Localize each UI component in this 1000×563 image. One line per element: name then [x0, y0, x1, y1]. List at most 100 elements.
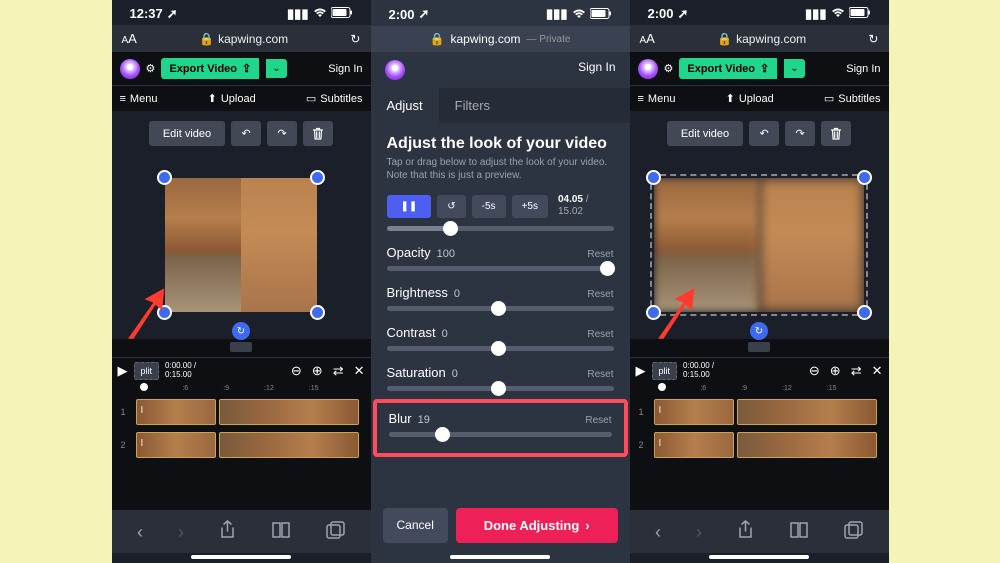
edit-video-button[interactable]: Edit video	[667, 121, 743, 146]
tab-filters[interactable]: Filters	[439, 88, 506, 123]
resize-handle-br[interactable]	[857, 305, 872, 320]
text-size-control[interactable]: AA	[122, 31, 137, 46]
home-indicator[interactable]	[450, 555, 550, 559]
undo-button[interactable]: ↶	[231, 121, 261, 146]
clip-2b[interactable]	[219, 432, 359, 458]
redo-button[interactable]: ↷	[267, 121, 297, 146]
fit-icon[interactable]: ⇄	[333, 363, 344, 379]
sign-in-link[interactable]: Sign In	[578, 60, 615, 80]
zoom-in-icon[interactable]: ⊕	[312, 363, 323, 379]
seek-slider[interactable]	[387, 226, 614, 231]
export-video-button[interactable]: Export Video⇪	[161, 58, 259, 79]
play-button[interactable]: ▶	[118, 363, 128, 379]
zoom-out-icon[interactable]: ⊖	[809, 363, 820, 379]
clip-1[interactable]: I	[654, 399, 734, 425]
reset-blur[interactable]: Reset	[585, 415, 611, 426]
fit-icon[interactable]: ⇄	[851, 363, 862, 379]
resize-handle-tr[interactable]	[310, 170, 325, 185]
reload-icon[interactable]: ↻	[350, 32, 360, 46]
cancel-button[interactable]: Cancel	[383, 508, 448, 543]
timeline-ruler[interactable]: :3:6:9:12:15	[112, 384, 371, 393]
resize-handle-bl[interactable]	[157, 305, 172, 320]
forward-icon[interactable]: ›	[178, 522, 184, 543]
home-indicator[interactable]	[709, 555, 809, 559]
done-adjusting-button[interactable]: Done Adjusting›	[456, 508, 618, 543]
delete-button[interactable]	[821, 121, 851, 146]
resize-handle-tr[interactable]	[857, 170, 872, 185]
back-icon[interactable]: ‹	[655, 522, 661, 543]
seek-thumb[interactable]	[443, 221, 458, 236]
share-icon[interactable]	[737, 520, 754, 545]
sign-in-link[interactable]: Sign In	[846, 63, 880, 75]
playhead[interactable]	[140, 383, 148, 391]
export-dropdown[interactable]: ⌄	[784, 59, 804, 78]
bookmarks-icon[interactable]	[271, 522, 291, 543]
blur-thumb[interactable]	[435, 427, 450, 442]
gear-icon[interactable]: ⚙	[146, 62, 156, 75]
avatar[interactable]	[385, 60, 405, 80]
avatar[interactable]	[638, 59, 658, 79]
undo-button[interactable]: ↶	[749, 121, 779, 146]
saturation-thumb[interactable]	[491, 381, 506, 396]
timeline-tracks[interactable]: 1 I 2 I	[630, 393, 889, 467]
opacity-thumb[interactable]	[600, 261, 615, 276]
contrast-thumb[interactable]	[491, 341, 506, 356]
timeline-ruler[interactable]: :3:6:9:12:15	[630, 384, 889, 393]
pause-button[interactable]: ❚❚	[387, 195, 432, 218]
delete-button[interactable]	[303, 121, 333, 146]
export-video-button[interactable]: Export Video⇪	[679, 58, 777, 79]
redo-button[interactable]: ↷	[785, 121, 815, 146]
reset-opacity[interactable]: Reset	[587, 249, 613, 260]
tabs-icon[interactable]	[326, 521, 345, 545]
back-icon[interactable]: ‹	[137, 522, 143, 543]
split-button[interactable]: plit	[134, 362, 160, 380]
reset-saturation[interactable]: Reset	[587, 369, 613, 380]
close-timeline-icon[interactable]: ✕	[354, 363, 365, 379]
brightness-thumb[interactable]	[491, 301, 506, 316]
playhead[interactable]	[658, 383, 666, 391]
export-dropdown[interactable]: ⌄	[266, 59, 286, 78]
close-timeline-icon[interactable]: ✕	[872, 363, 883, 379]
bookmarks-icon[interactable]	[789, 522, 809, 543]
edit-video-button[interactable]: Edit video	[149, 121, 225, 146]
canvas-area[interactable]: ↻	[630, 156, 889, 339]
restart-button[interactable]: ↺	[437, 195, 465, 218]
subtitles-button[interactable]: ▭ Subtitles	[824, 92, 881, 105]
upload-button[interactable]: ⬆ Upload	[208, 92, 256, 105]
rotate-handle[interactable]: ↻	[750, 322, 768, 340]
share-icon[interactable]	[219, 520, 236, 545]
subtitles-button[interactable]: ▭ Subtitles	[306, 92, 363, 105]
home-indicator[interactable]	[191, 555, 291, 559]
reset-brightness[interactable]: Reset	[587, 289, 613, 300]
menu-button[interactable]: ≡ Menu	[638, 92, 676, 105]
plus-5s-button[interactable]: +5s	[512, 195, 548, 218]
video-clip-selected[interactable]: ↻	[165, 178, 317, 312]
timeline-tracks[interactable]: 1 I 2 I	[112, 393, 371, 467]
play-button[interactable]: ▶	[636, 363, 646, 379]
clip-2[interactable]: I	[136, 432, 216, 458]
text-size-control[interactable]: AA	[640, 31, 655, 46]
zoom-in-icon[interactable]: ⊕	[830, 363, 841, 379]
video-clip-selected-blurred[interactable]: ↻	[654, 178, 864, 312]
forward-icon[interactable]: ›	[696, 522, 702, 543]
clip-1b[interactable]	[219, 399, 359, 425]
reset-contrast[interactable]: Reset	[587, 329, 613, 340]
clip-1b[interactable]	[737, 399, 877, 425]
upload-button[interactable]: ⬆ Upload	[726, 92, 774, 105]
resize-handle-bl[interactable]	[646, 305, 661, 320]
menu-button[interactable]: ≡ Menu	[120, 92, 158, 105]
reload-icon[interactable]: ↻	[868, 32, 878, 46]
minus-5s-button[interactable]: -5s	[472, 195, 506, 218]
clip-2[interactable]: I	[654, 432, 734, 458]
rotate-handle[interactable]: ↻	[232, 322, 250, 340]
canvas-area[interactable]: ↻	[112, 156, 371, 339]
avatar[interactable]	[120, 59, 140, 79]
tab-adjust[interactable]: Adjust	[371, 88, 439, 123]
resize-handle-br[interactable]	[310, 305, 325, 320]
clip-1[interactable]: I	[136, 399, 216, 425]
sign-in-link[interactable]: Sign In	[328, 63, 362, 75]
tabs-icon[interactable]	[844, 521, 863, 545]
clip-2b[interactable]	[737, 432, 877, 458]
split-button[interactable]: plit	[652, 362, 678, 380]
gear-icon[interactable]: ⚙	[664, 62, 674, 75]
